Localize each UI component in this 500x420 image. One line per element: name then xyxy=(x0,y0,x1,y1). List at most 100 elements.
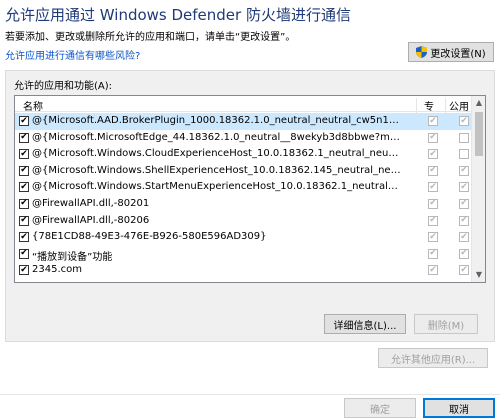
public-checkbox[interactable]: ✔ xyxy=(459,116,469,126)
details-button[interactable]: 详细信息(L)... xyxy=(324,314,406,334)
private-checkbox[interactable]: ✔ xyxy=(428,148,438,160)
app-row[interactable]: ✔ @{Microsoft.MicrosoftEdge_44.18362.1.0_… xyxy=(15,130,473,147)
checkbox-box: ✔ xyxy=(19,264,29,276)
app-row[interactable]: ✔ {78E1CD88-49E3-476E-B926-580E596AD309} ✔… xyxy=(15,229,473,246)
checkbox-box: ✔ xyxy=(459,182,469,193)
private-checkbox[interactable]: ✔ xyxy=(428,181,438,193)
app-name: {78E1CD88-49E3-476E-B926-580E596AD309} xyxy=(32,231,267,243)
app-name: 2345.com xyxy=(32,264,82,276)
private-checkbox[interactable]: ✔ xyxy=(428,165,438,176)
app-row[interactable]: ✔ @{Microsoft.Windows.StartMenuExperience… xyxy=(15,179,473,196)
app-name: 3D 查看器 xyxy=(32,281,402,282)
check-icon: ✔ xyxy=(429,181,437,192)
list-scrollbar[interactable]: ▲ ▼ xyxy=(471,96,485,282)
allowed-apps-list[interactable]: 名称 专用 公用 ✔ @{Microsoft.AAD.BrokerPlugin_1… xyxy=(14,95,486,283)
public-checkbox[interactable]: ✔ xyxy=(459,215,469,226)
app-enabled-checkbox[interactable]: ✔ xyxy=(19,198,29,209)
checkbox-box: ✔ xyxy=(459,231,469,243)
app-enabled-checkbox[interactable]: ✔ xyxy=(19,182,29,193)
private-checkbox[interactable]: ✔ xyxy=(428,116,438,126)
allowed-apps-label: 允许的应用和功能(A): xyxy=(14,81,113,92)
checkbox-box: ✔ xyxy=(428,165,438,176)
private-checkbox[interactable]: ✔ xyxy=(428,215,438,226)
checkbox-box: ✔ xyxy=(19,215,29,226)
scroll-thumb[interactable] xyxy=(475,112,483,156)
check-icon: ✔ xyxy=(20,282,28,283)
check-icon: ✔ xyxy=(429,148,437,159)
app-row[interactable]: ✔ 3D 查看器 ✔ ✔ xyxy=(15,279,473,283)
check-icon: ✔ xyxy=(20,264,28,275)
footer-divider xyxy=(0,394,500,395)
checkbox-box: ✔ xyxy=(428,281,438,283)
app-enabled-checkbox[interactable]: ✔ xyxy=(19,149,29,160)
public-checkbox[interactable]: ✔ xyxy=(459,231,469,243)
checkbox-box: ✔ xyxy=(19,182,29,193)
private-checkbox[interactable]: ✔ xyxy=(428,198,438,209)
app-name: @{Microsoft.Windows.StartMenuExperienceH… xyxy=(32,181,402,193)
allow-other-app-button[interactable]: 允许其他应用(R)... xyxy=(378,348,488,368)
app-name: @{Microsoft.MicrosoftEdge_44.18362.1.0_n… xyxy=(32,131,402,143)
check-icon: ✔ xyxy=(460,215,468,226)
app-row[interactable]: ✔ “播放到设备”功能 ✔ ✔ xyxy=(15,246,473,263)
app-enabled-checkbox[interactable]: ✔ xyxy=(19,281,29,283)
app-row[interactable]: ✔ @FirewallAPI.dll,-80206 ✔ ✔ xyxy=(15,213,473,230)
allowed-apps-group: 允许的应用和功能(A): 名称 专用 公用 ✔ @{Microsoft.AAD.B… xyxy=(5,70,495,342)
checkbox-box: ✔ xyxy=(428,132,438,143)
check-icon: ✔ xyxy=(429,231,437,242)
check-icon: ✔ xyxy=(460,231,468,242)
risk-info-link[interactable]: 允许应用进行通信有哪些风险? xyxy=(5,47,140,62)
public-checkbox[interactable]: ✔ xyxy=(459,165,469,176)
public-checkbox[interactable] xyxy=(459,149,469,160)
check-icon: ✔ xyxy=(460,264,468,275)
app-rows: ✔ @{Microsoft.AAD.BrokerPlugin_1000.18362… xyxy=(15,113,473,283)
private-checkbox[interactable]: ✔ xyxy=(428,132,438,143)
list-header: 名称 专用 公用 xyxy=(15,96,485,128)
public-checkbox[interactable]: ✔ xyxy=(459,264,469,276)
app-enabled-checkbox[interactable]: ✔ xyxy=(19,165,29,176)
private-checkbox[interactable]: ✔ xyxy=(428,231,438,243)
public-checkbox[interactable]: ✔ xyxy=(459,248,469,259)
app-name: @FirewallAPI.dll,-80201 xyxy=(32,197,150,209)
checkbox-box: ✔ xyxy=(428,265,438,276)
check-icon: ✔ xyxy=(429,248,437,259)
public-checkbox[interactable]: ✔ xyxy=(459,182,469,193)
private-checkbox[interactable]: ✔ xyxy=(428,265,438,276)
private-checkbox[interactable]: ✔ xyxy=(428,281,438,283)
private-checkbox[interactable]: ✔ xyxy=(428,248,438,259)
checkbox-box: ✔ xyxy=(19,165,29,176)
remove-button[interactable]: 删除(M) xyxy=(414,314,478,334)
check-icon: ✔ xyxy=(460,198,468,209)
checkbox-box: ✔ xyxy=(428,231,438,243)
scroll-down-icon[interactable]: ▼ xyxy=(472,268,485,282)
app-enabled-checkbox[interactable]: ✔ xyxy=(19,116,29,126)
change-settings-button[interactable]: 更改设置(N) xyxy=(408,42,494,62)
checkbox-box: ✔ xyxy=(428,215,438,226)
app-row[interactable]: ✔ 2345.com ✔ ✔ xyxy=(15,262,473,279)
app-enabled-checkbox[interactable]: ✔ xyxy=(19,215,29,226)
cancel-button[interactable]: 取消 xyxy=(423,398,495,418)
column-header-public[interactable]: 公用 xyxy=(445,98,469,113)
app-row[interactable]: ✔ @{Microsoft.Windows.ShellExperienceHost… xyxy=(15,163,473,180)
ok-button[interactable]: 确定 xyxy=(344,398,416,418)
check-icon: ✔ xyxy=(20,165,28,176)
scroll-up-icon[interactable]: ▲ xyxy=(472,96,485,110)
check-icon: ✔ xyxy=(429,282,437,283)
public-checkbox[interactable]: ✔ xyxy=(459,198,469,209)
app-row[interactable]: ✔ @{Microsoft.AAD.BrokerPlugin_1000.18362… xyxy=(15,113,473,130)
app-enabled-checkbox[interactable]: ✔ xyxy=(19,232,29,243)
public-checkbox[interactable] xyxy=(459,132,469,143)
app-enabled-checkbox[interactable]: ✔ xyxy=(19,132,29,143)
app-name: @FirewallAPI.dll,-80206 xyxy=(32,214,150,226)
checkbox-box: ✔ xyxy=(459,215,469,226)
public-checkbox[interactable]: ✔ xyxy=(459,281,469,282)
app-name: @{Microsoft.AAD.BrokerPlugin_1000.18362.… xyxy=(32,115,402,126)
column-header-name[interactable]: 名称 xyxy=(23,98,43,113)
app-row[interactable]: ✔ @{Microsoft.Windows.CloudExperienceHost… xyxy=(15,146,473,163)
description-text: 若要添加、更改或删除所允许的应用和端口，请单击“更改设置”。 xyxy=(5,32,296,43)
check-icon: ✔ xyxy=(20,132,28,143)
app-row[interactable]: ✔ @FirewallAPI.dll,-80201 ✔ ✔ xyxy=(15,196,473,213)
app-enabled-checkbox[interactable]: ✔ xyxy=(19,248,29,259)
checkbox-box: ✔ xyxy=(428,248,438,259)
app-enabled-checkbox[interactable]: ✔ xyxy=(19,264,29,276)
checkbox-box: ✔ xyxy=(19,248,29,259)
